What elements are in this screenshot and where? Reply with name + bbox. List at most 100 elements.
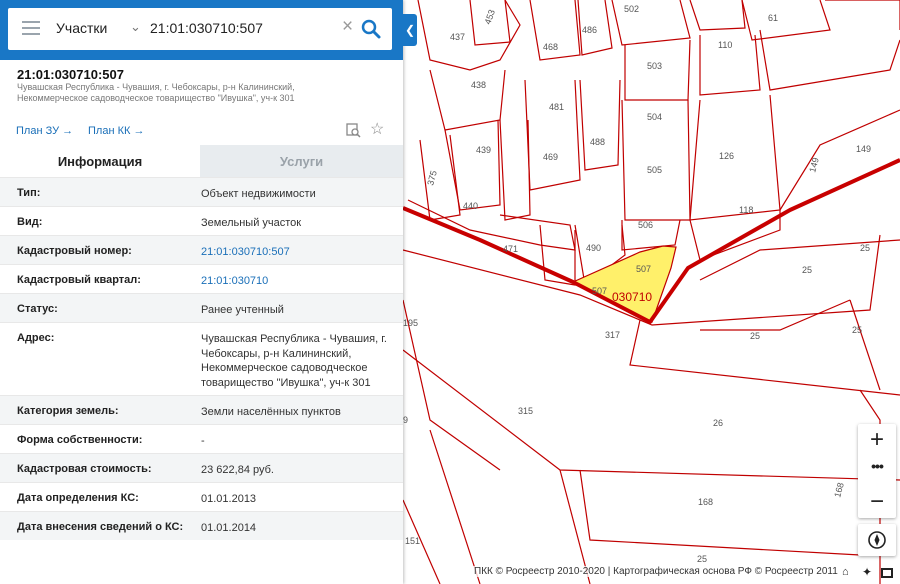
parcel-label: 25 xyxy=(852,325,862,335)
locate-icon[interactable]: ✦ xyxy=(862,565,872,579)
row-label: Дата определения КС: xyxy=(17,492,139,504)
tab-services[interactable]: Услуги xyxy=(200,145,403,177)
parcel-label: 9 xyxy=(403,415,408,425)
parcel-label: 126 xyxy=(719,151,734,161)
parcel-label: 507 xyxy=(636,264,651,274)
parcel-label: 25 xyxy=(750,331,760,341)
parcel-label: 469 xyxy=(543,152,558,162)
row-value: Чувашская Республика - Чувашия, г. Чебок… xyxy=(201,333,387,389)
object-title: 21:01:030710:507 xyxy=(17,67,124,82)
row-value: 23 622,84 руб. xyxy=(201,464,274,476)
parcel-label: 315 xyxy=(518,406,533,416)
parcel-label: 506 xyxy=(638,220,653,230)
compass-icon xyxy=(868,531,886,549)
collapse-panel-button[interactable]: ❮ xyxy=(403,14,417,46)
panel-tabs: Информация Услуги xyxy=(0,145,403,177)
plan-zu-link[interactable]: План ЗУ → xyxy=(16,125,73,137)
parcel-label: 118 xyxy=(739,205,753,215)
search-input[interactable]: 21:01:030710:507 xyxy=(150,20,263,36)
row-label: Статус: xyxy=(17,303,58,315)
home-icon[interactable]: ⌂ xyxy=(842,566,849,578)
row-value: Земли населённых пунктов xyxy=(201,406,341,418)
parcel-label: 195 xyxy=(403,318,418,328)
row-label: Адрес: xyxy=(17,332,55,344)
search-bar: Участки ⌄ 21:01:030710:507 × xyxy=(0,0,403,60)
zoom-out-button[interactable]: − xyxy=(858,486,896,517)
parcel-label: 439 xyxy=(476,145,491,155)
chevron-down-icon[interactable]: ⌄ xyxy=(130,19,141,35)
object-address: Чувашская Республика - Чувашия, г. Чебок… xyxy=(17,82,295,103)
plan-kk-link[interactable]: План КК → xyxy=(88,125,144,137)
row-label: Тип: xyxy=(17,187,41,199)
row-value: 01.01.2013 xyxy=(201,493,257,505)
table-row: Дата внесения сведений о КС: 01.01.2014 xyxy=(0,511,403,540)
parcel-label: 481 xyxy=(549,102,564,112)
table-row: Дата определения КС: 01.01.2013 xyxy=(0,482,403,511)
arrow-right-icon: → xyxy=(62,125,74,137)
parcel-label: 25 xyxy=(697,554,707,564)
parcel-label: 151 xyxy=(405,536,420,546)
row-value: Объект недвижимости xyxy=(201,188,316,200)
info-panel: Участки ⌄ 21:01:030710:507 × 21:01:03071… xyxy=(0,0,403,584)
table-row: Кадастровый номер: 21:01:030710:507 xyxy=(0,235,403,264)
compass-button[interactable] xyxy=(858,524,896,556)
object-type-select[interactable]: Участки xyxy=(56,20,107,36)
table-row: Кадастровая стоимость: 23 622,84 руб. xyxy=(0,453,403,482)
row-value: Ранее учтенный xyxy=(201,304,284,316)
table-row: Кадастровый квартал: 21:01:030710 xyxy=(0,264,403,293)
parcel-label: 471 xyxy=(503,244,518,254)
parcel-label: 488 xyxy=(590,137,605,147)
row-label: Кадастровая стоимость: xyxy=(17,463,152,475)
parcel-label: 149 xyxy=(807,156,821,173)
parcel-label: 490 xyxy=(586,243,601,253)
attribute-table: Тип: Объект недвижимости Вид: Земельный … xyxy=(0,177,403,540)
parcel-label: 505 xyxy=(647,165,662,175)
parcel-label: 438 xyxy=(471,80,486,90)
parcel-label: 110 xyxy=(718,40,732,50)
table-row: Категория земель: Земли населённых пункт… xyxy=(0,395,403,424)
parcel-label: 507 xyxy=(592,286,607,296)
row-value: Земельный участок xyxy=(201,217,302,229)
zoom-controls: + ••• − xyxy=(858,424,896,518)
parcel-label: 168 xyxy=(832,481,846,498)
star-icon[interactable]: ☆ xyxy=(370,119,384,139)
cadastral-quarter-link[interactable]: 21:01:030710 xyxy=(201,274,391,289)
parcel-label: 437 xyxy=(450,32,465,42)
parcel-label: 486 xyxy=(582,25,597,35)
table-row: Адрес: Чувашская Республика - Чувашия, г… xyxy=(0,322,403,395)
parcel-label: 61 xyxy=(768,13,778,23)
parcel-label: 453 xyxy=(482,8,497,26)
arrow-right-icon: → xyxy=(133,125,145,137)
row-label: Вид: xyxy=(17,216,43,228)
parcel-label: 375 xyxy=(425,169,439,186)
parcel-label: 440 xyxy=(463,201,478,211)
parcel-label: 168 xyxy=(698,497,713,507)
document-search-icon[interactable] xyxy=(346,123,361,138)
row-label: Дата внесения сведений о КС: xyxy=(17,521,184,533)
parcel-label: 317 xyxy=(605,330,620,340)
parcel-label: 502 xyxy=(624,4,639,14)
quarter-label: 030710 xyxy=(612,290,652,304)
table-row: Форма собственности: - xyxy=(0,424,403,453)
tab-information[interactable]: Информация xyxy=(0,145,200,177)
map-copyright: ПКК © Росреестр 2010-2020 | Картографиче… xyxy=(472,566,840,577)
row-label: Кадастровый номер: xyxy=(17,245,132,257)
table-row: Тип: Объект недвижимости xyxy=(0,177,403,206)
row-value: - xyxy=(201,435,205,447)
row-value: 01.01.2014 xyxy=(201,522,257,534)
row-label: Кадастровый квартал: xyxy=(17,274,141,286)
parcel-label: 26 xyxy=(713,418,723,428)
cadastral-number-link[interactable]: 21:01:030710:507 xyxy=(201,245,391,260)
row-label: Форма собственности: xyxy=(17,434,143,446)
layers-icon[interactable] xyxy=(881,568,893,578)
chevron-left-icon: ❮ xyxy=(404,23,416,37)
menu-icon[interactable] xyxy=(22,21,40,37)
parcel-label: 149 xyxy=(856,144,871,154)
parcel-label: 468 xyxy=(543,42,558,52)
more-options-button[interactable]: ••• xyxy=(858,455,896,486)
table-row: Статус: Ранее учтенный xyxy=(0,293,403,322)
zoom-in-button[interactable]: + xyxy=(858,424,896,455)
close-icon[interactable]: × xyxy=(342,17,353,37)
search-icon[interactable] xyxy=(360,18,382,40)
parcel-label: 504 xyxy=(647,112,662,122)
